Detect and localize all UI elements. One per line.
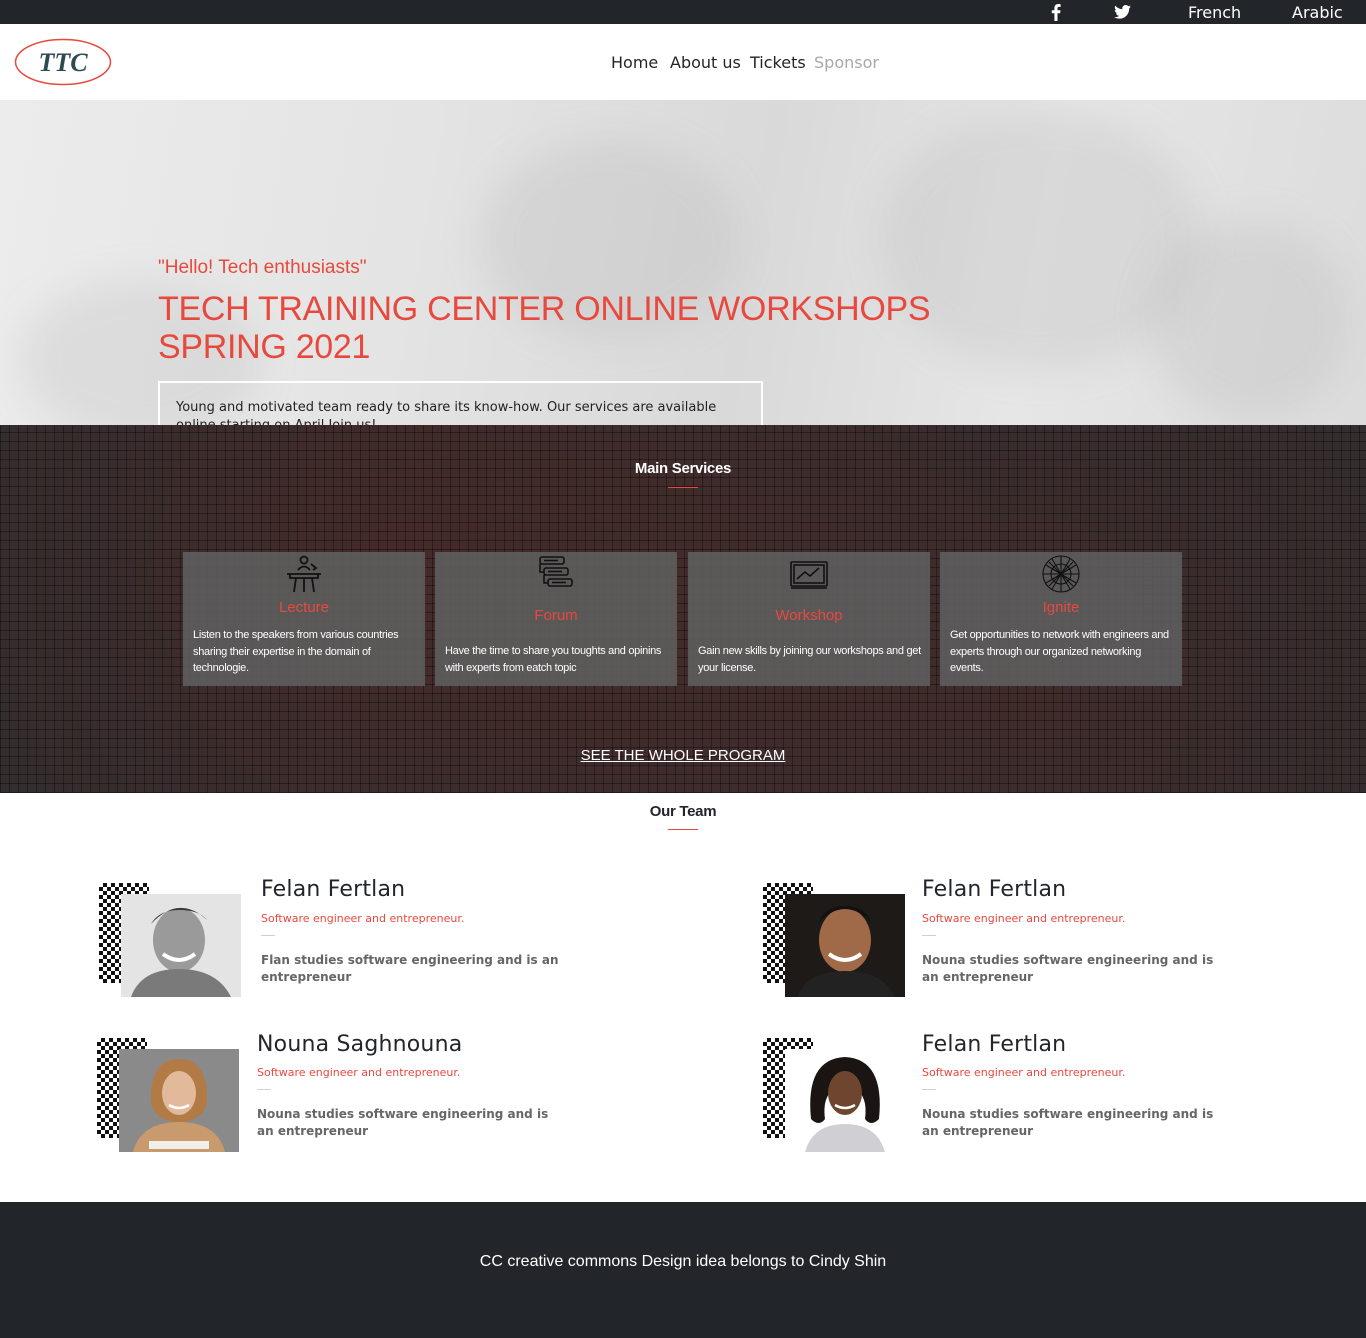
member-photo (121, 894, 241, 997)
forum-stack-icon (536, 554, 576, 594)
service-description: Have the time to share you toughts and o… (445, 645, 662, 674)
member-photo (785, 1049, 905, 1152)
twitter-icon[interactable] (1114, 0, 1134, 24)
site-footer: CC creative commons Design idea belongs … (0, 1202, 1366, 1338)
team-member-card: Felan Fertlan Software engineer and entr… (763, 1032, 1283, 1168)
member-name: Felan Fertlan (261, 877, 406, 902)
member-photo (119, 1049, 239, 1152)
nav-tickets[interactable]: Tickets (750, 24, 806, 100)
member-name: Felan Fertlan (922, 877, 1067, 902)
member-bio: Nouna studies software engineering and i… (257, 1107, 549, 1138)
member-role: Software engineer and entrepreneur. (261, 912, 465, 925)
section-title-main-services: Main Services (634, 460, 732, 477)
member-photo (785, 894, 905, 997)
member-name: Nouna Saghnouna (257, 1032, 463, 1057)
nav-home[interactable]: Home (611, 24, 658, 100)
member-name: Felan Fertlan (922, 1032, 1067, 1057)
service-title: Forum (534, 607, 578, 624)
checker-decoration (97, 1038, 119, 1138)
main-services-section: Main Services Lecture Listen to the spea… (0, 425, 1366, 793)
service-description: Get opportunities to network with engine… (950, 629, 1169, 674)
hero-section: "Hello! Tech enthusiasts" TECH TRAINING … (0, 100, 1366, 425)
hero-description: Young and motivated team ready to share … (158, 381, 763, 425)
hero-greeting: "Hello! Tech enthusiasts" (158, 257, 367, 278)
hero-title: TECH TRAINING CENTER ONLINE WORKSHOPS SP… (158, 290, 931, 366)
section-title-our-team: Our Team (649, 803, 717, 820)
logo-text: TTC (38, 48, 88, 77)
member-divider (257, 1089, 271, 1090)
service-title: Workshop (775, 607, 843, 624)
member-divider (922, 935, 936, 936)
member-divider (922, 1089, 936, 1090)
checker-decoration (763, 883, 785, 983)
facebook-icon[interactable] (1049, 0, 1063, 24)
member-bio: Flan studies software engineering and is… (261, 953, 559, 984)
checker-decoration (99, 883, 121, 983)
service-title: Lecture (278, 599, 330, 616)
member-role: Software engineer and entrepreneur. (922, 1066, 1126, 1079)
workshop-board-icon (789, 554, 829, 594)
site-header: TTC Home About us Tickets Sponsor (0, 24, 1366, 100)
service-card-ignite[interactable]: Ignite Get opportunities to network with… (940, 552, 1182, 686)
team-member-card: Felan Fertlan Software engineer and entr… (763, 877, 1283, 1013)
see-whole-program-link[interactable]: SEE THE WHOLE PROGRAM (0, 747, 1366, 764)
member-role: Software engineer and entrepreneur. (257, 1066, 461, 1079)
language-french-link[interactable]: French (1188, 0, 1241, 24)
service-description: Listen to the speakers from various coun… (193, 629, 399, 674)
section-divider (668, 829, 698, 830)
nav-sponsor[interactable]: Sponsor (814, 24, 879, 100)
checker-decoration (763, 1038, 785, 1138)
service-card-forum[interactable]: Forum Have the time to share you toughts… (435, 552, 677, 686)
member-bio: Nouna studies software engineering and i… (922, 1107, 1214, 1138)
language-arabic-link[interactable]: Arabic (1292, 0, 1343, 24)
nav-about-us[interactable]: About us (670, 24, 741, 100)
service-card-lecture[interactable]: Lecture Listen to the speakers from vari… (183, 552, 425, 686)
member-bio: Nouna studies software engineering and i… (922, 953, 1214, 984)
service-description: Gain new skills by joining our workshops… (698, 645, 921, 674)
team-member-card: Felan Fertlan Software engineer and entr… (99, 877, 619, 1013)
service-title: Ignite (1042, 599, 1080, 616)
top-bar: French Arabic (0, 0, 1366, 24)
member-divider (261, 935, 275, 936)
team-member-card: Nouna Saghnouna Software engineer and en… (97, 1032, 617, 1168)
ttc-logo[interactable]: TTC (14, 38, 112, 86)
ignite-globe-icon (1041, 554, 1081, 594)
section-divider (668, 487, 698, 488)
lecture-desk-icon (284, 554, 324, 594)
member-role: Software engineer and entrepreneur. (922, 912, 1126, 925)
service-card-workshop[interactable]: Workshop Gain new skills by joining our … (688, 552, 930, 686)
footer-credits: CC creative commons Design idea belongs … (479, 1253, 887, 1270)
